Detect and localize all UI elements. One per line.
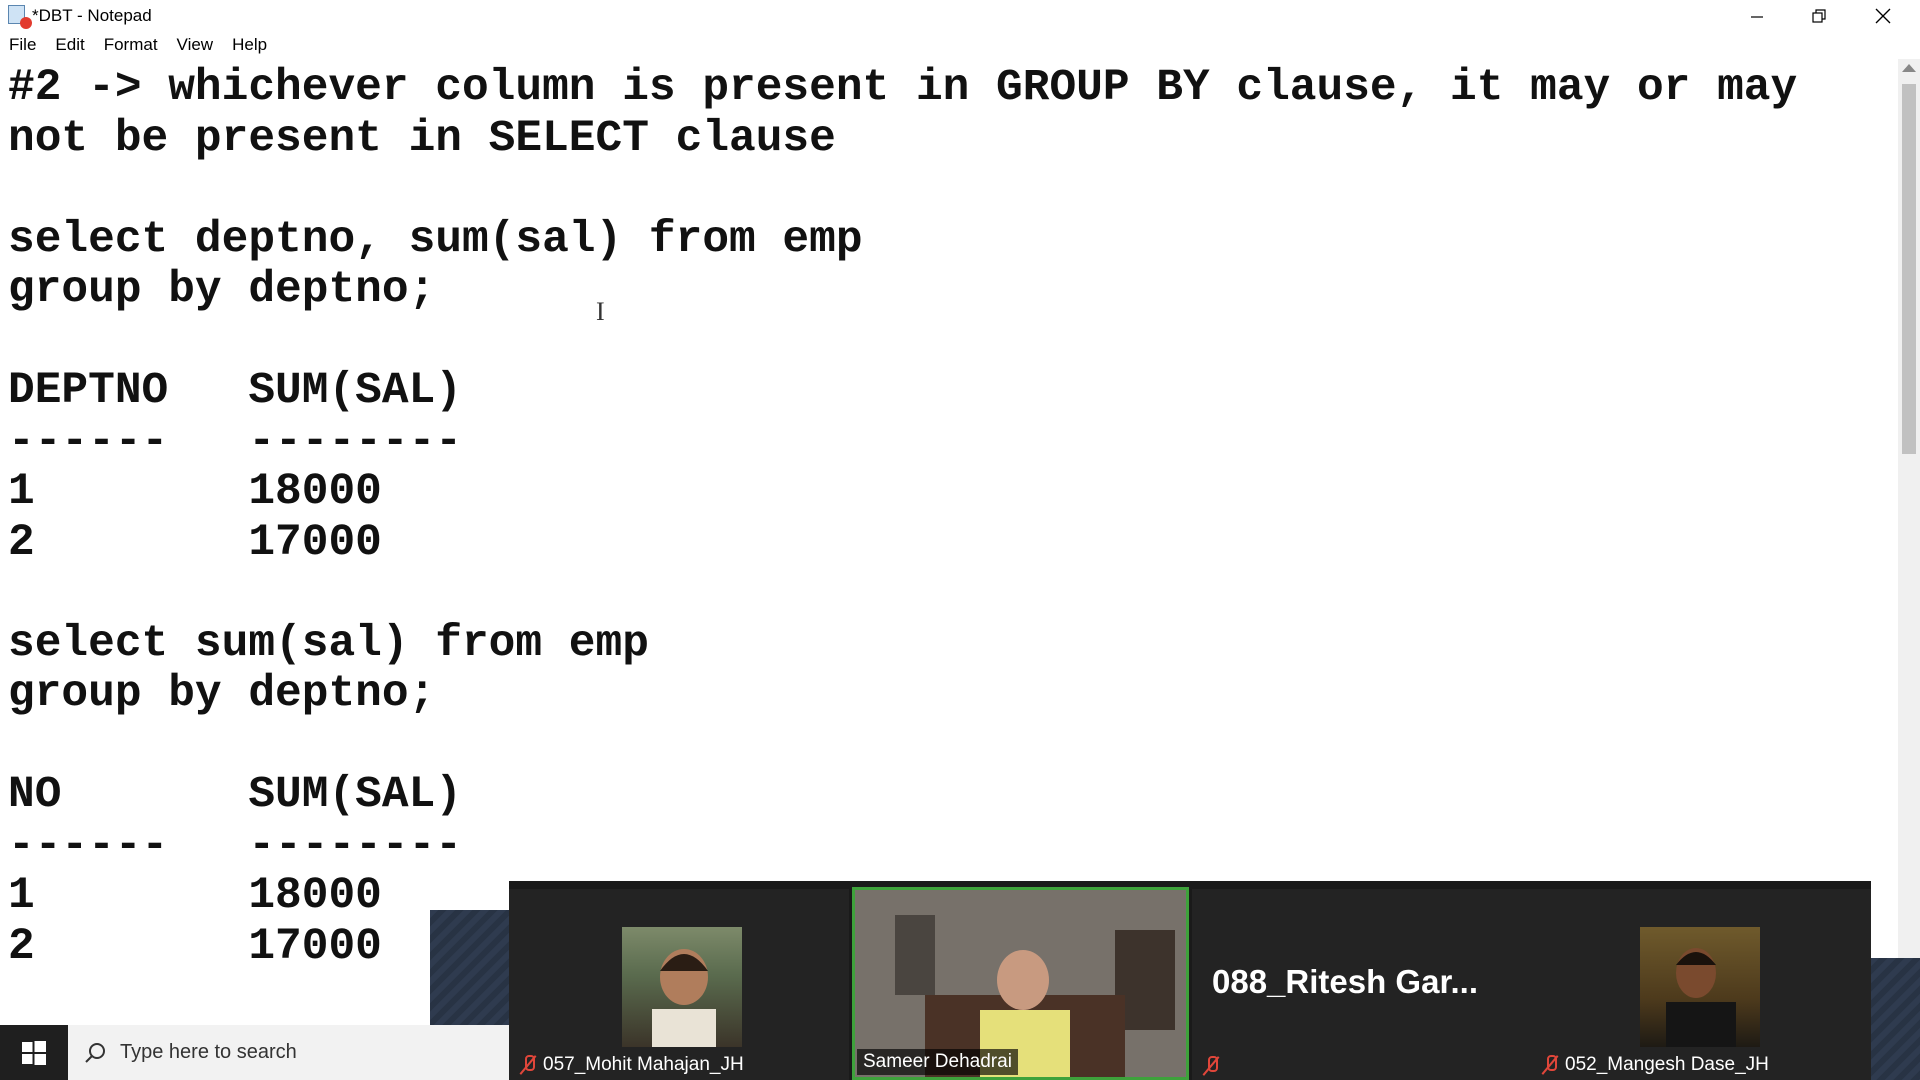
active-speaker-tile[interactable]: Sameer Dehadrai xyxy=(852,887,1189,1080)
menu-file[interactable]: File xyxy=(9,35,36,55)
person-icon xyxy=(652,949,716,1047)
mic-muted-icon xyxy=(521,1055,535,1075)
notepad-icon xyxy=(6,4,32,29)
menu-edit[interactable]: Edit xyxy=(55,35,84,55)
menu-format[interactable]: Format xyxy=(104,35,158,55)
close-button[interactable] xyxy=(1852,0,1914,31)
mic-muted-icon xyxy=(1543,1055,1557,1075)
participant-name: 052_Mangesh Dase_JH xyxy=(1543,1054,1769,1076)
scroll-thumb[interactable] xyxy=(1902,84,1916,454)
recording-indicator-icon xyxy=(20,17,32,29)
desktop-background xyxy=(430,910,510,1025)
participant-status xyxy=(1204,1056,1218,1076)
restore-button[interactable] xyxy=(1788,0,1850,31)
close-icon xyxy=(1875,8,1891,23)
meeting-participants-panel: 057_Mohit Mahajan_JH Sameer Dehadrai 088… xyxy=(509,881,1871,1080)
person-icon xyxy=(1666,948,1736,1047)
start-button[interactable] xyxy=(0,1025,67,1080)
text-cursor-icon: I xyxy=(596,297,605,326)
title-bar: *DBT - Notepad xyxy=(0,0,1920,31)
restore-icon xyxy=(1812,8,1826,23)
windows-logo-icon xyxy=(21,1040,46,1065)
menu-bar: File Edit Format View Help xyxy=(0,31,1920,59)
window-title: *DBT - Notepad xyxy=(32,6,152,25)
menu-view[interactable]: View xyxy=(177,35,214,55)
speaker-name: Sameer Dehadrai xyxy=(857,1049,1018,1075)
participant-video xyxy=(1640,927,1760,1047)
participant-tile[interactable]: 088_Ritesh Gar... xyxy=(1192,889,1532,1080)
menu-help[interactable]: Help xyxy=(232,35,267,55)
search-placeholder: Type here to search xyxy=(120,1041,297,1063)
participant-name-large: 088_Ritesh Gar... xyxy=(1212,963,1478,1000)
taskbar-search[interactable]: Type here to search xyxy=(68,1025,509,1080)
mic-muted-icon xyxy=(1204,1056,1218,1076)
minimize-button[interactable] xyxy=(1726,0,1788,31)
participant-video xyxy=(622,927,742,1047)
vertical-scrollbar[interactable] xyxy=(1898,59,1920,1025)
participant-name: 057_Mohit Mahajan_JH xyxy=(521,1054,744,1076)
scroll-up-icon[interactable] xyxy=(1902,64,1916,72)
taskbar: Type here to search xyxy=(0,1025,509,1080)
search-icon xyxy=(85,1042,105,1063)
participant-tile[interactable]: 052_Mangesh Dase_JH xyxy=(1531,889,1871,1080)
editor-content[interactable]: #2 -> whichever column is present in GRO… xyxy=(8,63,1797,972)
desktop-background xyxy=(1871,958,1920,1080)
participant-tile[interactable]: 057_Mohit Mahajan_JH xyxy=(509,889,849,1080)
minimize-icon xyxy=(1751,15,1763,18)
